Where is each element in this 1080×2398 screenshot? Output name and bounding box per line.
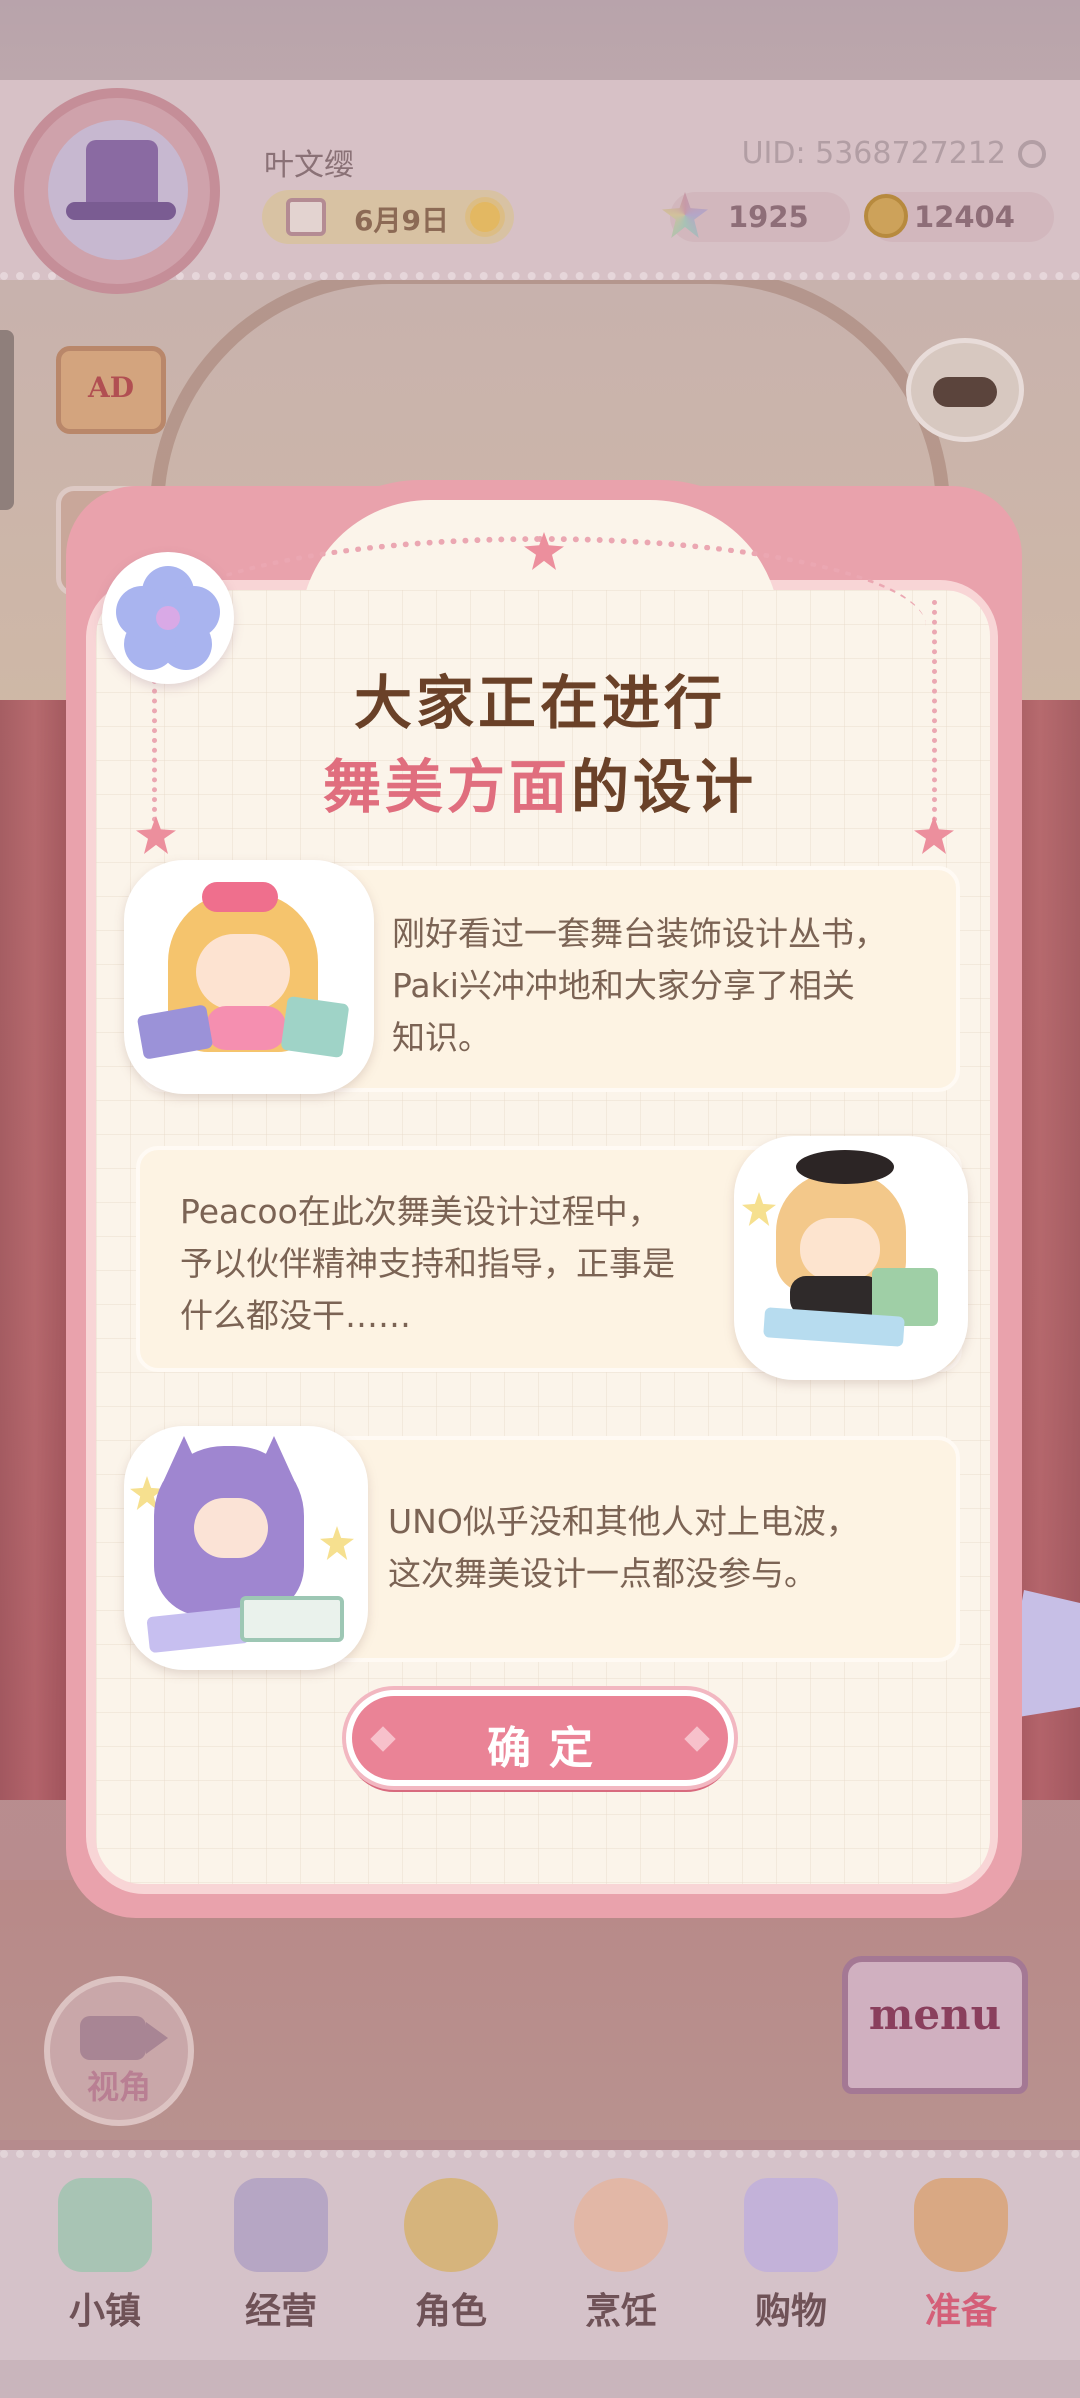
nav-label: 购物 [754, 2291, 827, 2332]
gem-counter[interactable]: 1925 [662, 192, 850, 242]
paper-icon [146, 1606, 250, 1654]
modal-title-line2: 舞美方面的设计 [0, 740, 1080, 824]
uno-sticker [124, 1426, 368, 1670]
nav-item-character[interactable]: 角色 [366, 2170, 536, 2350]
nav-item-prepare[interactable]: 准备 [876, 2170, 1046, 2350]
map-icon [58, 2178, 152, 2272]
basket-icon [914, 2178, 1008, 2272]
curtain-left [0, 700, 70, 1800]
ad-label: AD [87, 371, 134, 404]
player-uid: UID: 5368727212 [741, 136, 1006, 171]
nav-label: 小镇 [68, 2291, 141, 2332]
paki-face [196, 934, 290, 1010]
menu-button[interactable]: menu [842, 1956, 1028, 2094]
ad-button[interactable]: AD [56, 346, 166, 434]
camera-lens [146, 2022, 168, 2054]
menu-label: menu [868, 1990, 1002, 2039]
nav-item-shopping[interactable]: 购物 [706, 2170, 876, 2350]
modal-title-line1: 大家正在进行 [353, 669, 726, 737]
date-text: 6月9日 [354, 204, 449, 237]
shop-bag-icon [234, 2178, 328, 2272]
video-camera-icon [80, 2016, 146, 2060]
calendar-icon [286, 198, 326, 236]
book-icon [280, 995, 350, 1059]
bow-icon [202, 882, 278, 912]
peacoo-sticker [734, 1136, 968, 1380]
gold-coin-icon [864, 194, 908, 238]
sun-icon [470, 202, 500, 232]
avatar-portrait [48, 120, 188, 260]
open-book-icon [240, 1596, 344, 1642]
story-text: Peacoo在此次舞美设计过程中， 予以伙伴精神支持和指导，正事是 什么都没干…… [180, 1192, 675, 1335]
nav-label: 烹饪 [584, 2291, 657, 2332]
stage-arch-decoration [150, 270, 950, 510]
sandwich-icon [574, 2178, 668, 2272]
player-avatar[interactable] [14, 88, 220, 294]
story-text: 刚好看过一套舞台装饰设计丛书， Paki兴冲冲地和大家分享了相关 知识。 [392, 914, 887, 1057]
flower-center [156, 606, 180, 630]
shopping-bag-icon [744, 2178, 838, 2272]
side-drawer-handle[interactable] [0, 330, 14, 510]
copy-uid-icon[interactable] [1018, 140, 1046, 168]
story-text: UNO似乎没和其他人对上电波， 这次舞美设计一点都没参与。 [388, 1502, 859, 1593]
title-rest: 的设计 [571, 753, 758, 821]
date-display: 6月9日 [262, 190, 514, 244]
top-hat-icon [86, 140, 158, 210]
coin-count: 12404 [914, 200, 1015, 234]
title-highlight: 舞美方面 [322, 753, 571, 821]
nav-item-business[interactable]: 经营 [196, 2170, 366, 2350]
nav-label: 准备 [924, 2291, 997, 2332]
camera-view-button[interactable]: 视角 [44, 1976, 194, 2126]
character-icon [404, 2178, 498, 2272]
confirm-label: 确定 [487, 1723, 611, 1774]
confirm-button[interactable]: 确定 [346, 1690, 734, 1786]
gem-count: 1925 [728, 200, 809, 234]
raccoon-icon [933, 377, 997, 407]
beret-icon [796, 1150, 894, 1184]
sparkle-icon [320, 1526, 354, 1560]
peacoo-face [800, 1218, 880, 1280]
nav-item-cooking[interactable]: 烹饪 [536, 2170, 706, 2350]
raccoon-chat-button[interactable] [906, 338, 1024, 442]
paki-body [206, 1006, 286, 1050]
paki-sticker [124, 860, 374, 1094]
system-nav-area [0, 2360, 1080, 2398]
view-label: 视角 [86, 2068, 151, 2106]
nav-label: 角色 [414, 2291, 487, 2332]
sparkle-icon [742, 1192, 776, 1226]
coin-counter[interactable]: 12404 [864, 192, 1054, 242]
uno-face [194, 1498, 268, 1558]
nav-label: 经营 [244, 2291, 317, 2332]
hat-brim [66, 202, 176, 220]
player-name: 叶文缨 [264, 148, 354, 183]
nav-item-town[interactable]: 小镇 [20, 2170, 190, 2350]
